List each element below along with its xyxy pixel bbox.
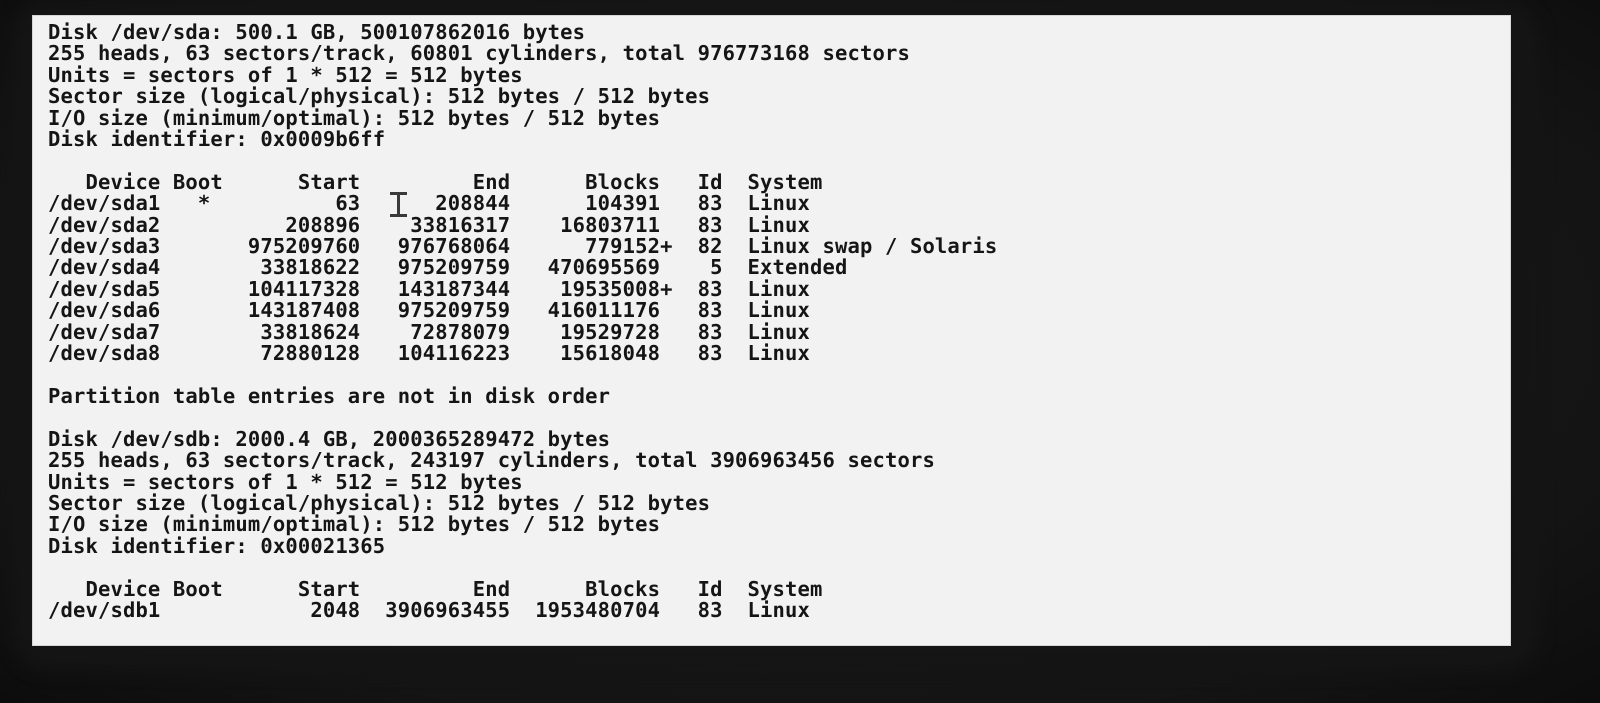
- terminal-output-text: Disk /dev/sda: 500.1 GB, 500107862016 by…: [48, 20, 998, 622]
- screen-surround: Disk /dev/sda: 500.1 GB, 500107862016 by…: [0, 0, 1600, 703]
- terminal-panel[interactable]: Disk /dev/sda: 500.1 GB, 500107862016 by…: [33, 16, 1510, 645]
